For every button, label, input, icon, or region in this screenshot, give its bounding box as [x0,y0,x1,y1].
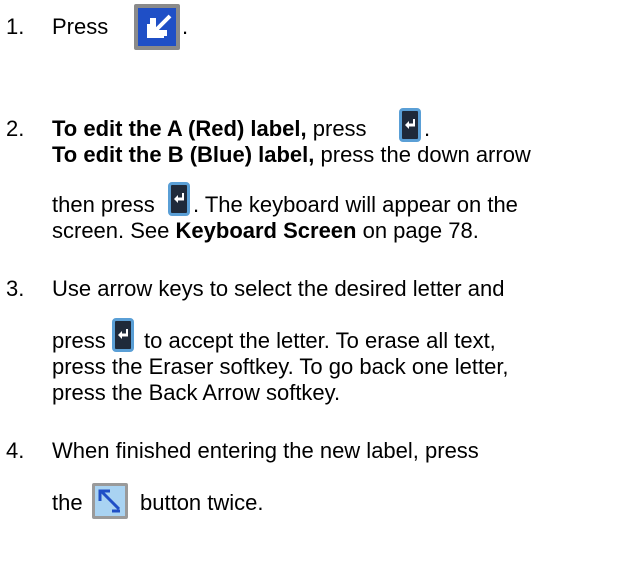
step-2-press: press [306,116,367,141]
step-3-number: 3. [6,276,25,301]
step-3-line-2-before: press [52,328,106,353]
step-1-period: . [182,14,189,39]
setup-exit-key-icon [92,483,128,519]
step-2-line-4: screen. See Keyboard Screen on page 78. [52,218,479,244]
enter-key-icon [112,318,134,352]
keyboard-screen-reference: Keyboard Screen [175,218,357,243]
edit-key-icon [134,4,180,50]
step-1-text: Press [52,14,108,40]
step-3-line-3: press the Eraser softkey. To go back one… [52,354,509,379]
step-2-line-1: To edit the A (Red) label, press [52,116,367,142]
enter-key-icon [399,108,421,142]
step-1-number: 1. [6,14,25,39]
step-2-line-2: To edit the B (Blue) label, press the do… [52,142,531,168]
step-2-number: 2. [6,116,25,141]
step-4-line-2-before: the [52,490,83,515]
step-2-line-1-period: . [424,116,431,141]
step-4-number: 4. [6,438,25,463]
step-3-line-4: press the Back Arrow softkey. [52,380,341,405]
step-2-down-arrow-text: press the down arrow [314,142,531,167]
enter-key-icon [168,182,190,216]
step-3-line-1: Use arrow keys to select the desired let… [52,276,505,301]
step-4-line-1: When finished entering the new label, pr… [52,438,479,463]
step-2-see: screen. See [52,218,176,243]
step-4-line-2-after: button twice. [140,490,264,515]
step-2-page-ref: on page 78. [356,218,479,243]
step-2-line-3-before: then press [52,192,155,217]
step-1-press: Press [52,14,109,39]
step-2-red-label-lead: To edit the A (Red) label, [52,116,307,141]
step-2-line-3-after: . The keyboard will appear on the [193,192,518,217]
step-2-blue-label-lead: To edit the B (Blue) label, [52,142,315,167]
instruction-page: 1. Press . 2. To edit the A (Red) label,… [0,0,638,576]
step-3-line-2-after: to accept the letter. To erase all text, [144,328,496,353]
